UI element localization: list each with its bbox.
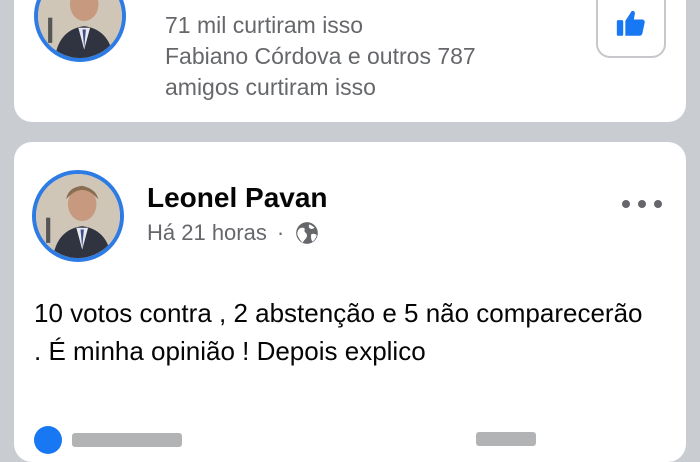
avatar-photo — [36, 174, 120, 258]
dot — [654, 200, 662, 208]
reaction-names-cutoff — [72, 433, 182, 447]
page-avatar[interactable] — [34, 0, 126, 62]
globe-icon — [296, 222, 319, 244]
avatar-photo — [38, 0, 122, 58]
more-options-icon[interactable] — [622, 194, 662, 214]
thumbs-up-icon — [616, 10, 645, 36]
post-timestamp[interactable]: Há 21 horas — [147, 220, 267, 246]
reactions-summary[interactable] — [34, 426, 182, 454]
friends-liked-line: Fabiano Córdova e outros 787 — [165, 43, 476, 69]
like-reaction-icon — [34, 426, 62, 454]
dot — [622, 200, 630, 208]
comments-count-cutoff — [476, 432, 536, 446]
page-like-card: 71 mil curtiram isso Fabiano Córdova e o… — [14, 0, 686, 122]
page-likes-count: 71 mil curtiram isso — [165, 12, 364, 38]
post-card: Leonel Pavan Há 21 horas · 10 votos cont… — [14, 142, 686, 462]
post-body-text: 10 votos contra , 2 abstenção e 5 não co… — [34, 298, 643, 366]
post-meta: Há 21 horas · — [147, 220, 320, 246]
dot — [638, 200, 646, 208]
meta-separator: · — [276, 220, 285, 245]
like-page-button[interactable] — [596, 0, 666, 58]
friends-liked-line-2: amigos curtiram isso — [165, 74, 376, 100]
post-author-name[interactable]: Leonel Pavan — [147, 182, 328, 214]
author-avatar[interactable] — [32, 170, 124, 262]
